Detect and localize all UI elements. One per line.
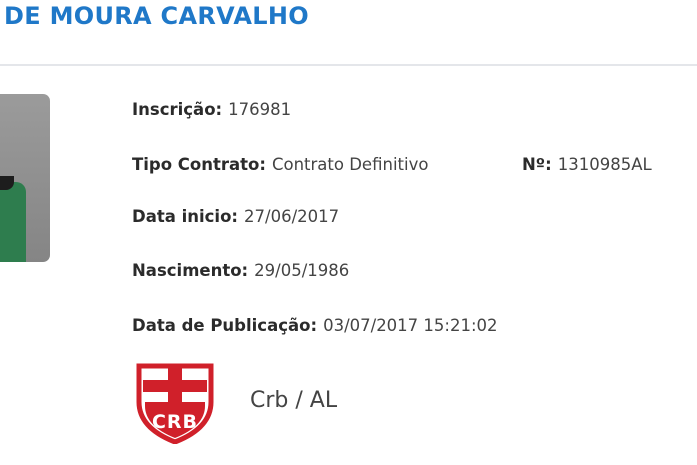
- crest-cross-horizontal: [143, 380, 207, 392]
- field-tipo-contrato: Tipo Contrato: Contrato Definitivo: [132, 154, 428, 176]
- field-inscricao-label: Inscrição:: [132, 100, 223, 119]
- field-numero-value: 1310985AL: [557, 155, 652, 174]
- crest-text: CRB: [152, 411, 198, 433]
- club-crest-icon: CRB: [136, 363, 214, 444]
- athlete-photo: [0, 94, 50, 262]
- field-data-publicacao-value: 03/07/2017 15:21:02: [323, 316, 498, 335]
- field-data-publicacao: Data de Publicação: 03/07/2017 15:21:02: [132, 315, 498, 337]
- field-inscricao-value: 176981: [228, 100, 292, 119]
- field-data-inicio: Data inicio: 27/06/2017: [132, 206, 339, 228]
- athlete-name-title: DE MOURA CARVALHO: [4, 2, 309, 30]
- field-tipo-contrato-label: Tipo Contrato:: [132, 155, 266, 174]
- header-divider: [0, 64, 697, 66]
- field-numero: Nº: 1310985AL: [522, 154, 652, 176]
- athlete-registration-card: DE MOURA CARVALHO Inscrição: 176981 Tipo …: [0, 0, 697, 465]
- photo-jersey: [0, 182, 26, 262]
- field-nascimento: Nascimento: 29/05/1986: [132, 260, 349, 282]
- field-data-publicacao-label: Data de Publicação:: [132, 316, 318, 335]
- field-tipo-contrato-value: Contrato Definitivo: [271, 155, 429, 174]
- field-nascimento-label: Nascimento:: [132, 261, 249, 280]
- field-data-inicio-label: Data inicio:: [132, 207, 239, 226]
- field-numero-label: Nº:: [522, 155, 552, 174]
- field-inscricao: Inscrição: 176981: [132, 99, 291, 121]
- field-data-inicio-value: 27/06/2017: [244, 207, 340, 226]
- club-name: Crb / AL: [250, 388, 338, 413]
- field-nascimento-value: 29/05/1986: [254, 261, 350, 280]
